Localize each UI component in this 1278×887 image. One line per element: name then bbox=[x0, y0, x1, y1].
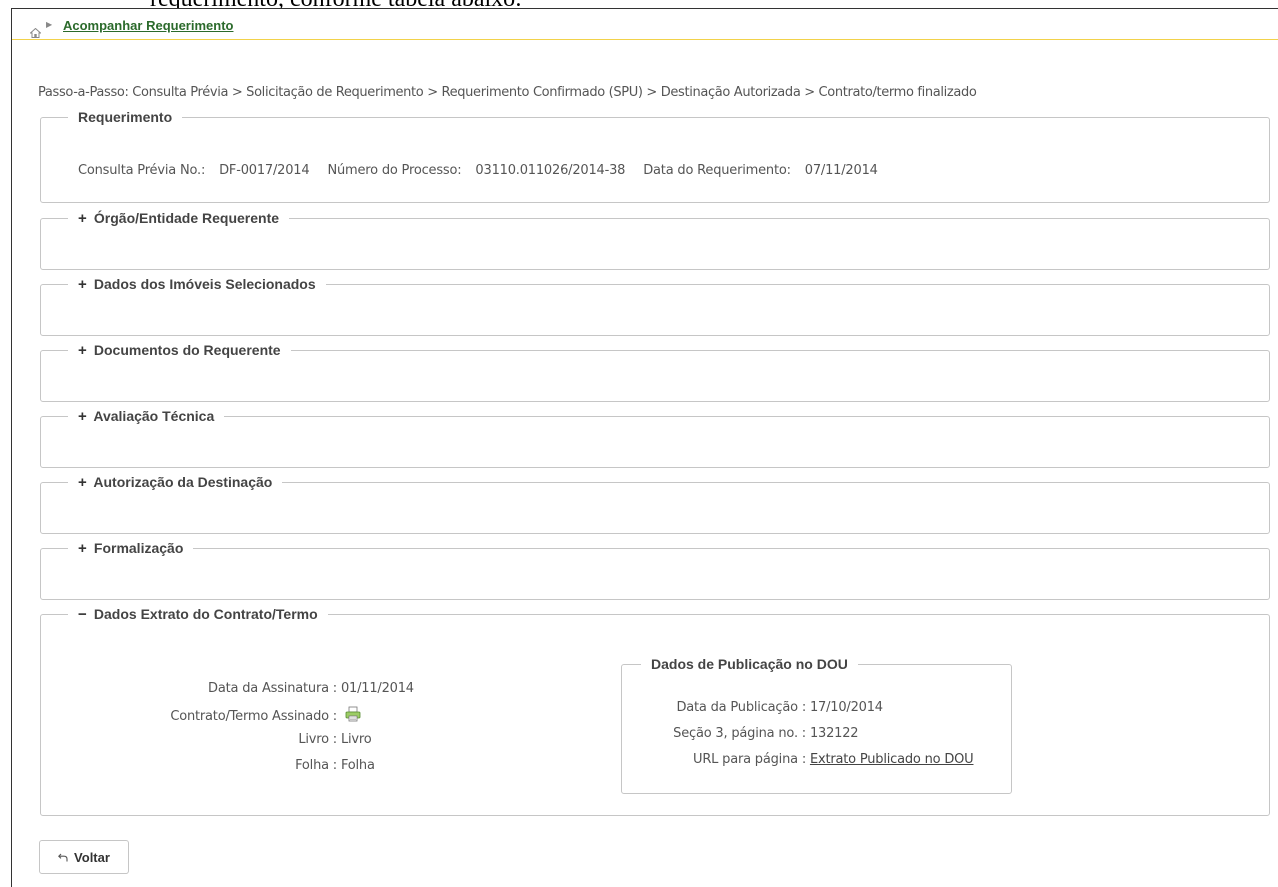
voltar-label: Voltar bbox=[74, 849, 110, 865]
avaliacao-title: Avaliação Técnica bbox=[93, 408, 215, 424]
dou-data-value: 17/10/2014 bbox=[809, 700, 883, 715]
documentos-panel: + Documentos do Requerente bbox=[40, 342, 1270, 402]
formalizacao-panel: + Formalização bbox=[40, 540, 1270, 600]
imoveis-panel: + Dados dos Imóveis Selecionados bbox=[40, 276, 1270, 336]
extrato-toggle[interactable]: − Dados Extrato do Contrato/Termo bbox=[68, 606, 328, 623]
expand-plus-icon: + bbox=[78, 408, 87, 425]
assinatura-label: Data da Assinatura : bbox=[208, 681, 337, 696]
dou-panel: Dados de Publicação no DOU Data da Publi… bbox=[621, 656, 1012, 794]
dou-title: Dados de Publicação no DOU bbox=[651, 656, 848, 672]
dou-data-label: Data da Publicação : bbox=[676, 700, 806, 715]
consulta-value: DF-0017/2014 bbox=[219, 163, 310, 178]
dou-url-link[interactable]: Extrato Publicado no DOU bbox=[810, 752, 974, 767]
expand-plus-icon: + bbox=[78, 474, 87, 491]
livro-value: Livro bbox=[340, 732, 372, 747]
dou-secao-label: Seção 3, página no. : bbox=[673, 726, 806, 741]
print-icon[interactable] bbox=[345, 706, 361, 726]
orgao-title: Órgão/Entidade Requerente bbox=[93, 210, 280, 226]
extrato-title: Dados Extrato do Contrato/Termo bbox=[93, 606, 318, 622]
expand-plus-icon: + bbox=[78, 276, 87, 293]
home-icon[interactable] bbox=[29, 23, 42, 42]
assinatura-value: 01/11/2014 bbox=[340, 681, 414, 696]
orgao-panel: + Órgão/Entidade Requerente bbox=[40, 210, 1270, 270]
assinatura-row: Data da Assinatura : 01/11/2014 bbox=[41, 681, 414, 696]
requerimento-info: Consulta Prévia No.: DF-0017/2014 Número d… bbox=[78, 163, 896, 178]
livro-label: Livro : bbox=[298, 732, 337, 747]
expand-plus-icon: + bbox=[78, 342, 87, 359]
autorizacao-toggle[interactable]: + Autorização da Destinação bbox=[68, 474, 282, 491]
documentos-toggle[interactable]: + Documentos do Requerente bbox=[68, 342, 291, 359]
folha-label: Folha : bbox=[295, 758, 337, 773]
requerimento-title: Requerimento bbox=[78, 109, 173, 125]
expand-plus-icon: + bbox=[78, 540, 87, 557]
page-frame: ▶ Acompanhar Requerimento Passo-a-Passo:… bbox=[11, 8, 1278, 887]
breadcrumb-separator-icon: ▶ bbox=[46, 20, 53, 29]
data-requerimento-value: 07/11/2014 bbox=[804, 163, 878, 178]
contrato-label: Contrato/Termo Assinado : bbox=[170, 708, 337, 724]
dou-secao-value: 132122 bbox=[809, 726, 859, 741]
contrato-row: Contrato/Termo Assinado : bbox=[41, 706, 361, 726]
documentos-title: Documentos do Requerente bbox=[93, 342, 281, 358]
orgao-toggle[interactable]: + Órgão/Entidade Requerente bbox=[68, 210, 289, 227]
avaliacao-panel: + Avaliação Técnica bbox=[40, 408, 1270, 468]
breadcrumb: ▶ Acompanhar Requerimento bbox=[12, 9, 1278, 40]
expand-plus-icon: + bbox=[78, 210, 87, 227]
collapse-minus-icon: − bbox=[78, 606, 87, 623]
consulta-label: Consulta Prévia No.: bbox=[78, 163, 206, 178]
requerimento-panel: Requerimento Consulta Prévia No.: DF-0017… bbox=[40, 109, 1270, 203]
folha-row: Folha : Folha bbox=[41, 758, 375, 773]
autorizacao-panel: + Autorização da Destinação bbox=[40, 474, 1270, 534]
voltar-button[interactable]: Voltar bbox=[39, 840, 129, 874]
breadcrumb-link-acompanhar[interactable]: Acompanhar Requerimento bbox=[63, 18, 233, 33]
formalizacao-toggle[interactable]: + Formalização bbox=[68, 540, 193, 557]
imoveis-title: Dados dos Imóveis Selecionados bbox=[93, 276, 316, 292]
autorizacao-title: Autorização da Destinação bbox=[93, 474, 273, 490]
avaliacao-toggle[interactable]: + Avaliação Técnica bbox=[68, 408, 224, 425]
data-requerimento-label: Data do Requerimento: bbox=[643, 163, 791, 178]
extrato-panel: − Dados Extrato do Contrato/Termo Data d… bbox=[40, 606, 1270, 816]
processo-label: Número do Processo: bbox=[327, 163, 462, 178]
dou-secao-row: Seção 3, página no. : 132122 bbox=[622, 726, 858, 741]
livro-row: Livro : Livro bbox=[41, 732, 372, 747]
imoveis-toggle[interactable]: + Dados dos Imóveis Selecionados bbox=[68, 276, 326, 293]
dou-url-row: URL para página : Extrato Publicado no D… bbox=[622, 752, 974, 767]
formalizacao-title: Formalização bbox=[93, 540, 184, 556]
folha-value: Folha bbox=[340, 758, 375, 773]
step-by-step-text: Passo-a-Passo: Consulta Prévia > Solicit… bbox=[38, 85, 977, 100]
dou-data-row: Data da Publicação : 17/10/2014 bbox=[622, 700, 883, 715]
dou-url-label: URL para página : bbox=[693, 752, 806, 767]
processo-value: 03110.011026/2014-38 bbox=[475, 163, 626, 178]
back-arrow-icon bbox=[58, 850, 68, 865]
